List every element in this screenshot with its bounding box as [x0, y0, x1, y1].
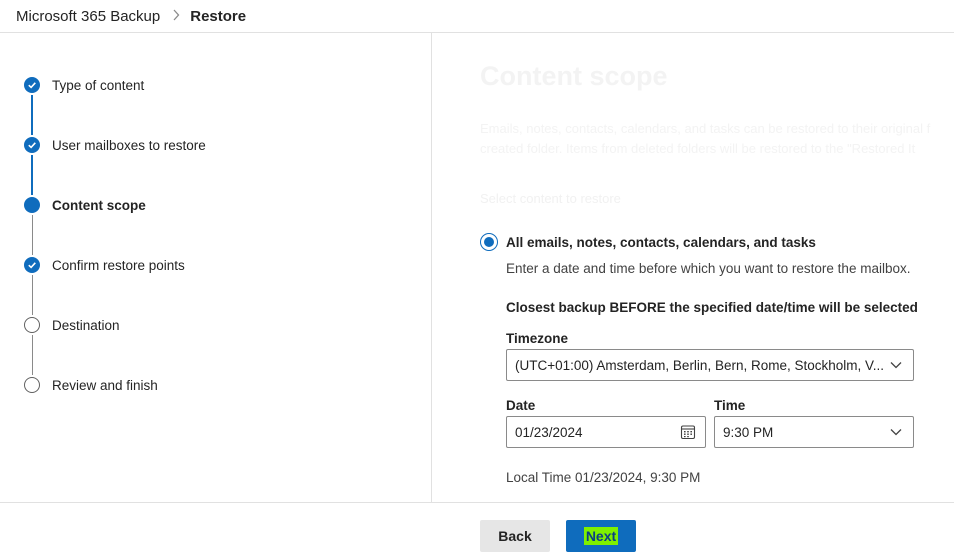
step-label: Content scope	[52, 197, 146, 213]
radio-button[interactable]	[480, 233, 498, 251]
step-label: Review and finish	[52, 377, 158, 393]
timezone-value: (UTC+01:00) Amsterdam, Berlin, Bern, Rom…	[515, 357, 885, 373]
step-label: User mailboxes to restore	[52, 137, 206, 153]
page-description: Emails, notes, contacts, calendars, and …	[480, 119, 954, 159]
chevron-right-icon	[172, 9, 180, 24]
step-connector	[31, 335, 33, 375]
step-connector	[31, 215, 33, 255]
step-label: Confirm restore points	[52, 257, 185, 273]
breadcrumb-root-link[interactable]: Microsoft 365 Backup	[16, 8, 160, 25]
description-line: Emails, notes, contacts, calendars, and …	[480, 121, 931, 136]
chevron-down-icon	[888, 357, 904, 373]
time-value: 9:30 PM	[723, 424, 774, 440]
chevron-down-icon	[888, 424, 904, 440]
checkmark-circle-icon	[24, 257, 40, 273]
step-label: Type of content	[52, 77, 145, 93]
page-title: Content scope	[480, 61, 668, 91]
breadcrumb-current: Restore	[190, 7, 247, 25]
timezone-dropdown[interactable]: (UTC+01:00) Amsterdam, Berlin, Bern, Rom…	[506, 349, 914, 381]
calendar-icon[interactable]	[680, 424, 696, 440]
wizard-footer: Back Next	[0, 502, 954, 556]
empty-circle-icon	[24, 377, 40, 393]
step-connector	[31, 95, 33, 135]
radio-all-content[interactable]: All emails, notes, contacts, calendars, …	[480, 233, 816, 251]
time-dropdown[interactable]: 9:30 PM	[714, 416, 914, 448]
step-content-scope[interactable]: Content scope	[24, 196, 146, 214]
radio-help-text: Enter a date and time before which you w…	[506, 261, 911, 276]
filled-circle-icon	[24, 197, 40, 213]
back-button-label: Back	[498, 528, 532, 544]
timezone-label: Timezone	[506, 331, 569, 346]
step-connector	[31, 155, 33, 195]
date-value: 01/23/2024	[515, 424, 583, 440]
description-line: created folder. Items from deleted folde…	[480, 141, 916, 156]
section-label: Select content to restore	[480, 191, 621, 206]
checkmark-circle-icon	[24, 137, 40, 153]
step-user-mailboxes[interactable]: User mailboxes to restore	[24, 136, 206, 154]
time-label: Time	[714, 398, 746, 413]
date-label: Date	[506, 398, 536, 413]
empty-circle-icon	[24, 317, 40, 333]
step-confirm-restore-points[interactable]: Confirm restore points	[24, 256, 185, 274]
step-connector	[31, 275, 33, 315]
next-button[interactable]: Next	[566, 520, 636, 552]
closest-backup-note: Closest backup BEFORE the specified date…	[506, 300, 918, 315]
step-destination[interactable]: Destination	[24, 316, 120, 334]
step-type-of-content[interactable]: Type of content	[24, 76, 144, 94]
date-picker[interactable]: 01/23/2024	[506, 416, 706, 448]
wizard-steps: Type of content User mailboxes to restor…	[0, 33, 432, 502]
step-review-and-finish[interactable]: Review and finish	[24, 376, 158, 394]
checkmark-circle-icon	[24, 77, 40, 93]
content-panel: Content scope Emails, notes, contacts, c…	[432, 33, 954, 502]
radio-selected-dot	[484, 237, 494, 247]
local-time-readout: Local Time 01/23/2024, 9:30 PM	[506, 470, 701, 485]
radio-label[interactable]: All emails, notes, contacts, calendars, …	[506, 235, 816, 250]
restore-wizard: Microsoft 365 Backup Restore Type of con…	[0, 0, 954, 556]
back-button[interactable]: Back	[480, 520, 550, 552]
breadcrumb: Microsoft 365 Backup Restore	[0, 0, 954, 33]
next-button-label: Next	[583, 527, 619, 545]
step-label: Destination	[52, 317, 120, 333]
